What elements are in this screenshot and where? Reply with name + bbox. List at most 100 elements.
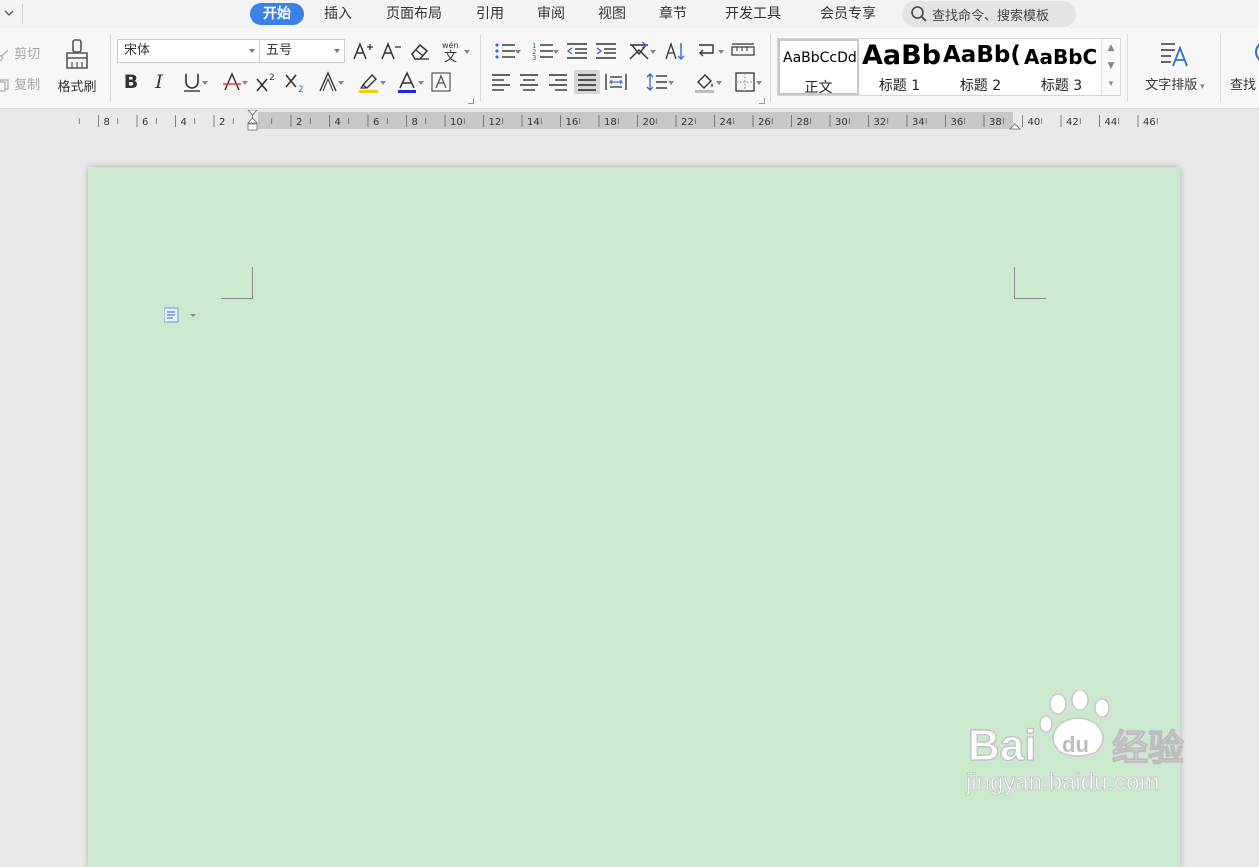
subscript-button[interactable]: 2: [282, 70, 308, 94]
ruler-label: 46: [1143, 117, 1156, 128]
tab-chapter[interactable]: 章节: [655, 3, 691, 25]
tab-review[interactable]: 审阅: [533, 3, 569, 25]
style-heading-3[interactable]: AaBbC 标题 3: [1021, 39, 1102, 95]
tab-member-exclusive[interactable]: 会员专享: [815, 3, 881, 25]
ruler-label: 12: [489, 117, 502, 128]
shading-button[interactable]: [688, 70, 722, 94]
style-preview: AaBb(: [943, 42, 1021, 68]
increase-indent-button[interactable]: [593, 39, 619, 63]
chinese-layout-button[interactable]: [622, 39, 656, 63]
shrink-font-icon: [381, 41, 401, 60]
scroll-up-icon[interactable]: ▲: [1102, 39, 1120, 57]
find-icon: [1255, 43, 1259, 61]
styles-gallery-scrollbar[interactable]: ▲ ▼ ▾: [1101, 39, 1120, 95]
tab-view[interactable]: 视图: [594, 3, 630, 25]
style-name: 标题 2: [959, 78, 1002, 94]
strikethrough-button[interactable]: [215, 70, 249, 94]
style-name: 标题 1: [878, 78, 921, 94]
group-separator: [770, 34, 771, 102]
hanging-indent-marker[interactable]: [247, 117, 258, 124]
align-center-button[interactable]: [516, 70, 542, 94]
ruler-label: 44: [1105, 117, 1118, 128]
decrease-indent-icon: [566, 43, 587, 59]
borders-button[interactable]: [728, 70, 762, 94]
subscript-icon: 2: [285, 74, 304, 93]
tab-page-layout[interactable]: 页面布局: [383, 3, 445, 25]
svg-text:wén: wén: [442, 40, 459, 50]
quick-access-chevron-icon[interactable]: [2, 6, 16, 20]
paragraph-dialog-launcher-icon[interactable]: [759, 98, 765, 104]
scroll-down-icon[interactable]: ▼: [1102, 57, 1120, 75]
grow-font-button[interactable]: [350, 39, 376, 63]
superscript-icon: 2: [256, 73, 275, 92]
numbered-list-icon: 123: [532, 42, 553, 61]
command-search-box[interactable]: 查找命令、搜索模板: [902, 1, 1076, 27]
sort-icon: [665, 41, 685, 60]
numbering-button[interactable]: 123: [526, 39, 560, 63]
character-border-button[interactable]: [428, 70, 454, 94]
text-effect-button[interactable]: [311, 70, 345, 94]
sort-button[interactable]: [662, 39, 688, 63]
decrease-indent-button[interactable]: [564, 39, 590, 63]
bold-button[interactable]: B: [118, 70, 144, 94]
chevron-down-icon: [668, 81, 674, 85]
find-button[interactable]: 查找: [1230, 38, 1259, 93]
bullets-button[interactable]: [488, 39, 522, 63]
menu-separator: [22, 4, 23, 24]
justify-button[interactable]: [574, 70, 600, 94]
text-layout-button[interactable]: 文字排版 ▾: [1138, 38, 1212, 93]
crop-mark-top-right: [1014, 267, 1015, 299]
font-name-select[interactable]: 宋体: [117, 39, 260, 63]
tab-developer-tools[interactable]: 开发工具: [720, 3, 786, 25]
font-size-select[interactable]: 五号: [259, 39, 345, 63]
first-line-indent-marker[interactable]: [247, 110, 258, 116]
superscript-button[interactable]: 2: [253, 70, 279, 94]
watermark-brand: Bai: [968, 721, 1036, 770]
copy-icon: [0, 78, 9, 92]
distributed-align-icon: [605, 74, 627, 90]
paragraph-layout-icon[interactable]: [164, 306, 198, 324]
show-hide-marks-button[interactable]: [690, 39, 724, 63]
ruler-label: 8: [104, 117, 110, 128]
left-indent-marker[interactable]: [247, 123, 258, 131]
font-dialog-launcher-icon[interactable]: [468, 98, 474, 104]
menu-bar: 开始 插入 页面布局 引用 审阅 视图 章节 开发工具 会员专享 查找命令、搜索…: [0, 0, 1259, 28]
tab-insert[interactable]: 插入: [320, 3, 356, 25]
horizontal-ruler[interactable]: 8 6 4 2 2 4 6 8 10 12 14 16 18 20 22 24 26 28 30 32 34 36 38 40…: [0, 110, 1259, 132]
style-normal[interactable]: AaBbCcDd 正文: [778, 39, 859, 95]
distributed-align-button[interactable]: [603, 70, 629, 94]
format-painter-icon: [66, 39, 88, 69]
highlight-button[interactable]: [352, 70, 386, 94]
ruler-label: 28: [797, 117, 810, 128]
style-heading-2[interactable]: AaBb( 标题 2: [940, 39, 1021, 95]
align-left-button[interactable]: [488, 70, 514, 94]
paint-bucket-icon: [695, 74, 714, 93]
align-left-icon: [492, 74, 510, 91]
clear-format-button[interactable]: [407, 39, 433, 63]
align-center-icon: [520, 74, 538, 91]
crop-mark-top-left: [221, 298, 253, 299]
svg-text:2: 2: [298, 85, 304, 93]
ruler-label: 20: [643, 117, 656, 128]
font-color-button[interactable]: [390, 70, 424, 94]
tab-start[interactable]: 开始: [250, 3, 304, 25]
tab-references[interactable]: 引用: [472, 3, 508, 25]
align-right-button[interactable]: [545, 70, 571, 94]
chevron-down-icon: [380, 81, 386, 85]
style-heading-1[interactable]: AaBb 标题 1: [859, 39, 940, 95]
table-draw-button[interactable]: [730, 39, 756, 63]
ruler-label: 36: [951, 117, 964, 128]
line-spacing-button[interactable]: [640, 70, 674, 94]
cut-button[interactable]: 剪切: [0, 43, 40, 62]
underline-button[interactable]: [175, 70, 209, 94]
expand-gallery-icon[interactable]: ▾: [1102, 75, 1120, 93]
copy-button[interactable]: 复制: [0, 74, 40, 93]
ruler-label: 4: [335, 117, 341, 128]
phonetic-guide-button[interactable]: wén 文: [436, 39, 470, 63]
copy-label: 复制: [14, 78, 41, 93]
style-preview: AaBb: [862, 40, 940, 71]
font-color-icon: [398, 71, 416, 93]
italic-button[interactable]: I: [146, 70, 172, 94]
format-painter-button[interactable]: 格式刷: [52, 38, 102, 95]
shrink-font-button[interactable]: [378, 39, 404, 63]
